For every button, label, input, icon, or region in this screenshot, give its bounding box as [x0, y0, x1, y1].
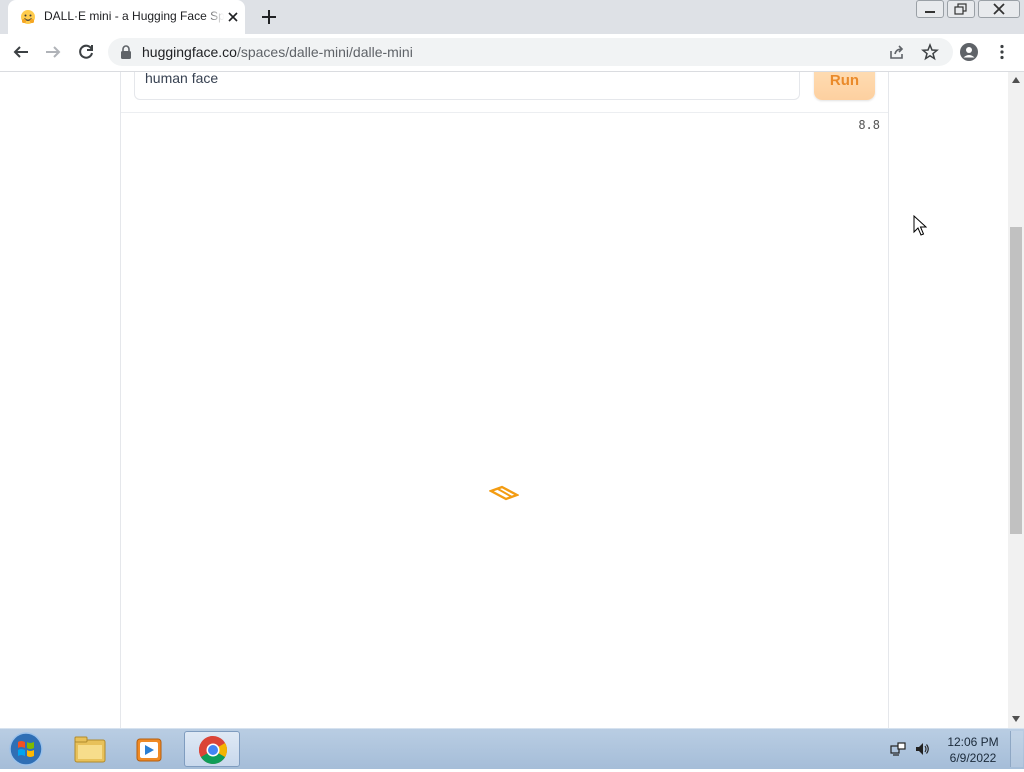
url-text: huggingface.co/spaces/dalle-mini/dalle-m… — [142, 44, 413, 60]
back-arrow-icon[interactable] — [12, 43, 30, 61]
taskbar-explorer[interactable] — [62, 731, 118, 767]
prompt-input-value: human face — [145, 72, 219, 86]
taskbar-media-player[interactable] — [122, 731, 178, 767]
chrome-icon — [199, 736, 227, 764]
url-path: /spaces/dalle-mini/dalle-mini — [236, 44, 413, 60]
menu-kebab-icon[interactable] — [993, 43, 1011, 61]
tab-bar: DALL·E mini - a Hugging Face Sp — [0, 0, 1024, 34]
bookmark-star-icon[interactable] — [921, 43, 939, 61]
address-bar[interactable]: huggingface.co/spaces/dalle-mini/dalle-m… — [108, 38, 953, 66]
run-button[interactable]: Run — [814, 72, 875, 100]
profile-icon[interactable] — [960, 43, 978, 61]
clock-date: 6/9/2022 — [949, 751, 997, 765]
scroll-down-arrow-icon[interactable] — [1012, 716, 1020, 722]
app-panel: human face Run 8.8 — [120, 72, 889, 728]
minimize-button[interactable] — [916, 0, 944, 18]
reload-icon[interactable] — [77, 43, 95, 61]
volume-icon[interactable] — [914, 741, 930, 757]
clock-time: 12:06 PM — [947, 735, 999, 749]
close-window-icon — [993, 3, 1005, 15]
mouse-cursor-icon — [913, 215, 927, 236]
taskbar-chrome[interactable] — [184, 731, 240, 767]
prompt-input[interactable]: human face — [134, 72, 800, 100]
loading-spinner-icon — [489, 485, 519, 501]
window-controls — [916, 0, 1024, 20]
page-content: human face Run 8.8 — [0, 72, 1008, 728]
new-tab-icon[interactable] — [260, 8, 278, 26]
share-icon[interactable] — [888, 43, 906, 61]
lock-icon[interactable] — [120, 45, 132, 59]
minimize-icon — [925, 11, 935, 13]
url-host: huggingface.co — [142, 44, 237, 60]
close-window-button[interactable] — [978, 0, 1020, 18]
explorer-icon — [74, 736, 106, 763]
restore-icon — [954, 3, 967, 15]
restore-button[interactable] — [947, 0, 975, 18]
scroll-up-arrow-icon[interactable] — [1012, 77, 1020, 83]
page-scrollbar[interactable] — [1008, 72, 1024, 728]
scrollbar-thumb[interactable] — [1010, 227, 1022, 534]
forward-arrow-icon[interactable] — [44, 43, 62, 61]
network-icon[interactable] — [890, 741, 906, 757]
browser-toolbar: huggingface.co/spaces/dalle-mini/dalle-m… — [0, 34, 1024, 72]
divider — [121, 112, 888, 113]
system-clock[interactable]: 12:06 PM 6/9/2022 — [940, 734, 1006, 766]
tab-title-fade — [204, 6, 224, 28]
media-player-icon — [136, 738, 162, 762]
hugging-face-icon — [21, 10, 35, 24]
start-icon[interactable] — [6, 731, 46, 767]
windows-taskbar: 12:06 PM 6/9/2022 — [0, 728, 1024, 769]
tab-title: DALL·E mini - a Hugging Face Sp — [44, 9, 224, 23]
elapsed-timer: 8.8 — [858, 118, 880, 132]
browser-tab[interactable]: DALL·E mini - a Hugging Face Sp — [8, 0, 245, 34]
close-tab-icon[interactable] — [226, 10, 240, 24]
show-desktop-button[interactable] — [1010, 731, 1023, 767]
